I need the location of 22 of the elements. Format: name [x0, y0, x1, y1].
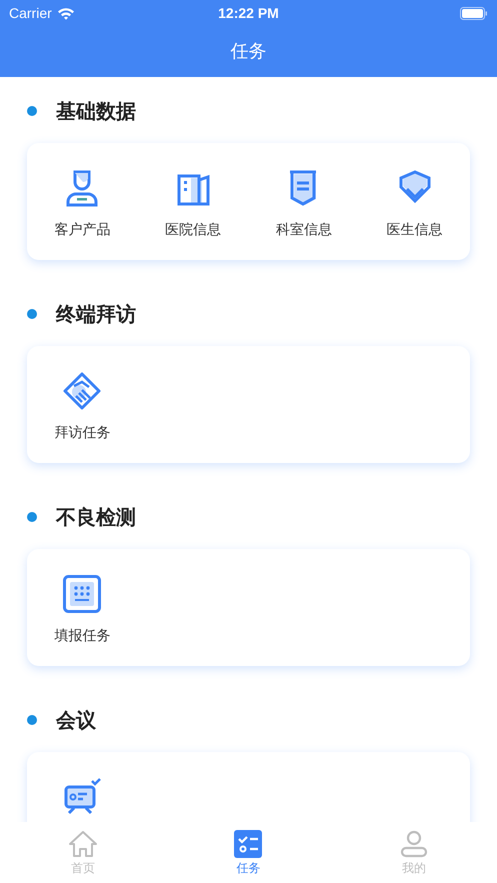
section-title: 不良检测 — [56, 504, 136, 531]
tile-label[interactable]: 拜访任务 — [54, 423, 110, 444]
home-icon — [68, 830, 98, 858]
tile-label[interactable]: 医院信息 — [165, 220, 222, 241]
section-title: 终端拜访 — [56, 301, 136, 328]
keypad-icon[interactable] — [62, 574, 102, 614]
wifi-icon — [56, 6, 75, 20]
carrier-name: Carrier — [9, 4, 52, 22]
tile-label[interactable]: 科室信息 — [276, 220, 332, 241]
tile-label[interactable]: 客户产品 — [54, 220, 110, 241]
tile-label[interactable]: 填报任务 — [54, 626, 110, 647]
handshake-icon[interactable] — [62, 371, 102, 411]
battery-icon — [460, 6, 488, 20]
checklist-icon — [233, 830, 264, 858]
section-title: 会议 — [56, 707, 96, 734]
presentation-board-icon[interactable] — [62, 777, 102, 817]
page-title: 任务 — [230, 40, 266, 64]
user-icon — [399, 830, 430, 858]
tile-label[interactable]: 医生信息 — [386, 220, 443, 241]
clock-time: 12:22 PM — [218, 4, 279, 22]
section-title: 基础数据 — [56, 98, 136, 125]
tab-bar-item[interactable]: 任务 — [166, 830, 332, 883]
